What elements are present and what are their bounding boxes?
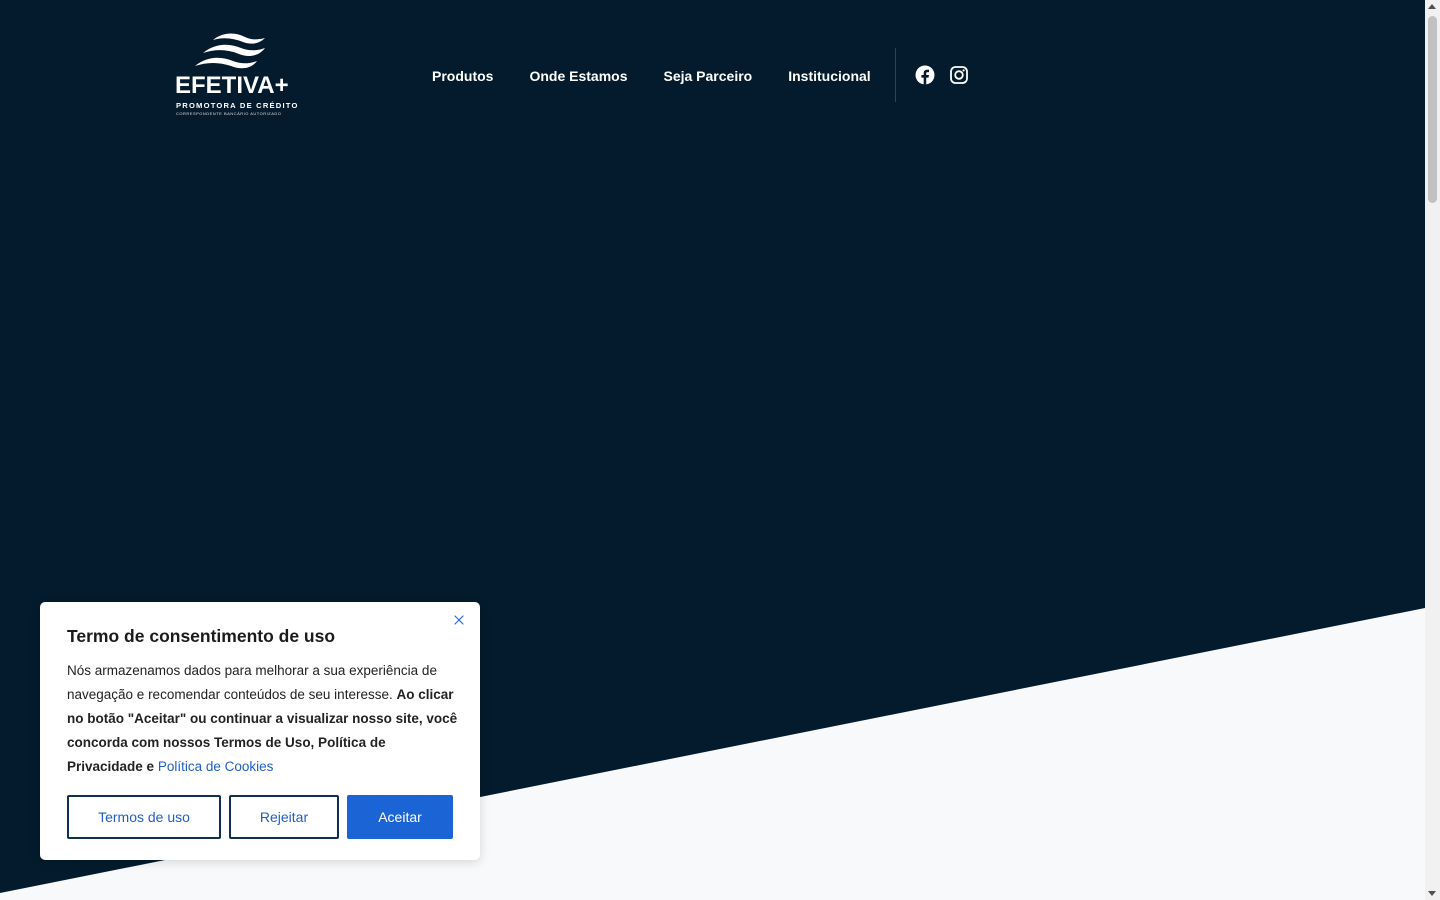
facebook-link[interactable] — [915, 65, 935, 85]
brand-name: EFETIVA+ — [175, 72, 289, 99]
scrollbar-thumb[interactable] — [1428, 16, 1437, 203]
nav-item-onde-estamos[interactable]: Onde Estamos — [529, 66, 627, 86]
instagram-link[interactable] — [949, 65, 969, 85]
brand-logo[interactable]: EFETIVA+ PROMOTORA DE CRÉDITO CORRESPOND… — [175, 32, 297, 118]
nav-item-institucional[interactable]: Institucional — [788, 66, 870, 86]
close-icon[interactable] — [453, 614, 465, 626]
cookie-text: Nós armazenamos dados para melhorar a su… — [67, 659, 459, 779]
facebook-icon — [915, 65, 935, 85]
terms-of-use-button[interactable]: Termos de uso — [67, 795, 221, 839]
scroll-down-arrow-icon[interactable] — [1428, 891, 1436, 896]
scroll-up-arrow-icon[interactable] — [1428, 4, 1436, 9]
brand-subtagline: CORRESPONDENTE BANCÁRIO AUTORIZADO — [176, 111, 282, 116]
cookie-policy-link[interactable]: Política de Cookies — [158, 759, 274, 774]
main-nav: Produtos Onde Estamos Seja Parceiro Inst… — [432, 66, 871, 86]
cookie-consent-dialog: Termo de consentimento de uso Nós armaze… — [40, 602, 480, 860]
instagram-icon — [950, 66, 968, 84]
nav-item-seja-parceiro[interactable]: Seja Parceiro — [663, 66, 752, 86]
accept-button[interactable]: Aceitar — [347, 795, 453, 839]
cookie-text-plain: Nós armazenamos dados para melhorar a su… — [67, 663, 437, 702]
page-scrollbar[interactable] — [1425, 0, 1440, 900]
reject-button[interactable]: Rejeitar — [229, 795, 339, 839]
brand-tagline: PROMOTORA DE CRÉDITO — [176, 101, 299, 110]
waves-icon — [195, 33, 265, 69]
page: EFETIVA+ PROMOTORA DE CRÉDITO CORRESPOND… — [0, 0, 1440, 900]
nav-divider — [895, 48, 896, 102]
nav-item-produtos[interactable]: Produtos — [432, 66, 493, 86]
cookie-title: Termo de consentimento de uso — [67, 626, 336, 646]
